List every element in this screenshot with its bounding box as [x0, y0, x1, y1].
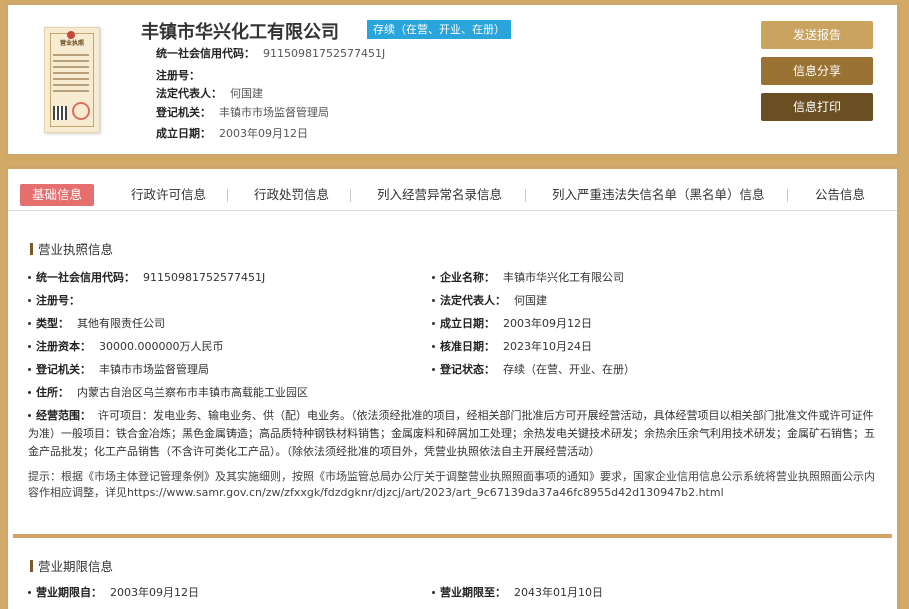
header-label: 注册号：	[156, 69, 200, 82]
bullet	[28, 414, 31, 417]
field-label: 营业期限自：	[36, 586, 102, 599]
tab-blacklist[interactable]: 列入严重违法失信名单（黑名单）信息	[552, 184, 765, 206]
field-value: 91150981752577451J	[143, 271, 266, 284]
field-credit-code: 统一社会信用代码： 91150981752577451J	[28, 269, 265, 285]
header-credit-code: 统一社会信用代码： 91150981752577451J	[156, 45, 385, 61]
field-label: 住所：	[36, 386, 69, 399]
bullet	[432, 299, 435, 302]
send-report-button[interactable]: 发送报告	[761, 21, 873, 49]
field-value: 丰镇市华兴化工有限公司	[503, 271, 624, 284]
field-label: 营业期限至：	[440, 586, 506, 599]
field-company-name: 企业名称： 丰镇市华兴化工有限公司	[432, 269, 624, 285]
scope-label: 经营范围：	[36, 409, 91, 422]
field-value: 丰镇市市场监督管理局	[99, 363, 209, 376]
header-legal-rep: 法定代表人： 何国建	[156, 85, 263, 101]
header-established-date: 成立日期： 2003年09月12日	[156, 125, 308, 141]
field-reg-capital: 注册资本： 30000.000000万人民币	[28, 338, 223, 354]
field-label: 成立日期：	[440, 317, 495, 330]
tab-abnormal-list[interactable]: 列入经营异常名录信息	[377, 184, 502, 206]
header-label: 统一社会信用代码：	[156, 47, 255, 60]
tab-separator	[787, 189, 788, 202]
tab-announcements[interactable]: 公告信息	[815, 184, 865, 206]
field-label: 注册号：	[36, 294, 80, 307]
bullet	[28, 345, 31, 348]
field-label: 登记机关：	[36, 363, 91, 376]
tab-admin-license[interactable]: 行政许可信息	[131, 184, 206, 206]
license-section-title: 营业执照信息	[30, 239, 113, 258]
official-seal-icon	[72, 102, 90, 120]
business-scope: 经营范围： 许可项目：发电业务、输电业务、供（配）电业务。（依法须经批准的项目，…	[28, 407, 876, 461]
bullet	[28, 591, 31, 594]
field-type: 类型： 其他有限责任公司	[28, 315, 165, 331]
bullet	[432, 368, 435, 371]
license-title: 营业执照	[59, 40, 84, 47]
header-label: 法定代表人：	[156, 87, 222, 100]
tab-basic-info[interactable]: 基础信息	[20, 184, 95, 206]
field-label: 法定代表人：	[440, 294, 506, 307]
share-info-button[interactable]: 信息分享	[761, 57, 873, 85]
business-license-thumbnail[interactable]: 营业执照	[44, 27, 100, 133]
header-reg-number: 注册号：	[156, 67, 208, 83]
field-label: 类型：	[36, 317, 69, 330]
field-reg-number: 注册号：	[28, 292, 88, 308]
field-value: 2023年10月24日	[503, 340, 592, 353]
field-value: 存续（在营、开业、在册）	[503, 363, 635, 376]
bullet	[432, 345, 435, 348]
tab-separator	[350, 189, 351, 202]
field-term-from: 营业期限自： 2003年09月12日	[28, 584, 199, 600]
tab-admin-penalty[interactable]: 行政处罚信息	[254, 184, 329, 206]
field-label: 核准日期：	[440, 340, 495, 353]
company-name: 丰镇市华兴化工有限公司	[141, 22, 339, 43]
tab-separator	[227, 189, 228, 202]
bullet	[28, 391, 31, 394]
bullet	[28, 299, 31, 302]
bullet	[432, 276, 435, 279]
field-value: 何国建	[514, 294, 547, 307]
bullet	[28, 368, 31, 371]
header-reg-authority: 登记机关： 丰镇市市场监督管理局	[156, 104, 329, 120]
header-label: 登记机关：	[156, 106, 211, 119]
field-address: 住所： 内蒙古自治区乌兰察布市丰镇市高载能工业园区	[28, 384, 308, 400]
field-reg-status: 登记状态： 存续（在营、开业、在册）	[432, 361, 635, 377]
field-value: 2003年09月12日	[110, 586, 199, 599]
qr-code-icon	[53, 106, 67, 120]
field-term-to: 营业期限至： 2043年01月10日	[432, 584, 603, 600]
license-text-lines	[53, 54, 89, 96]
bullet	[28, 322, 31, 325]
header-value: 丰镇市市场监督管理局	[219, 106, 329, 119]
bullet	[432, 322, 435, 325]
field-value: 30000.000000万人民币	[99, 340, 224, 353]
company-header-card: 营业执照 丰镇市华兴化工有限公司 存续（在营、开业、在册） 统一社会信用代码： 9…	[5, 2, 900, 157]
field-label: 企业名称：	[440, 271, 495, 284]
field-label: 统一社会信用代码：	[36, 271, 135, 284]
detail-card: 基础信息 行政许可信息 行政处罚信息 列入经营异常名录信息 列入严重违法失信名单…	[5, 166, 900, 609]
notice-tip: 提示：根据《市场主体登记管理条例》及其实施细则，按照《市场监管总局办公厅关于调整…	[28, 470, 875, 499]
field-approval-date: 核准日期： 2023年10月24日	[432, 338, 592, 354]
header-value: 91150981752577451J	[263, 47, 386, 60]
tab-separator	[525, 189, 526, 202]
field-value: 其他有限责任公司	[77, 317, 165, 330]
section-divider	[13, 534, 892, 538]
field-established-date: 成立日期： 2003年09月12日	[432, 315, 592, 331]
bullet	[28, 276, 31, 279]
status-badge: 存续（在营、开业、在册）	[367, 20, 511, 39]
field-value: 2043年01月10日	[514, 586, 603, 599]
print-info-button[interactable]: 信息打印	[761, 93, 873, 121]
header-value: 2003年09月12日	[219, 127, 308, 140]
field-label: 登记状态：	[440, 363, 495, 376]
tab-bar: 基础信息 行政许可信息 行政处罚信息 列入经营异常名录信息 列入严重违法失信名单…	[8, 179, 897, 211]
term-section-title: 营业期限信息	[30, 556, 113, 575]
header-value: 何国建	[230, 87, 263, 100]
field-reg-authority: 登记机关： 丰镇市市场监督管理局	[28, 361, 209, 377]
field-legal-rep: 法定代表人： 何国建	[432, 292, 547, 308]
bullet	[432, 591, 435, 594]
scope-value: 许可项目：发电业务、输电业务、供（配）电业务。（依法须经批准的项目，经相关部门批…	[28, 409, 875, 458]
field-value: 2003年09月12日	[503, 317, 592, 330]
field-label: 注册资本：	[36, 340, 91, 353]
header-label: 成立日期：	[156, 127, 211, 140]
field-value: 内蒙古自治区乌兰察布市丰镇市高载能工业园区	[77, 386, 308, 399]
